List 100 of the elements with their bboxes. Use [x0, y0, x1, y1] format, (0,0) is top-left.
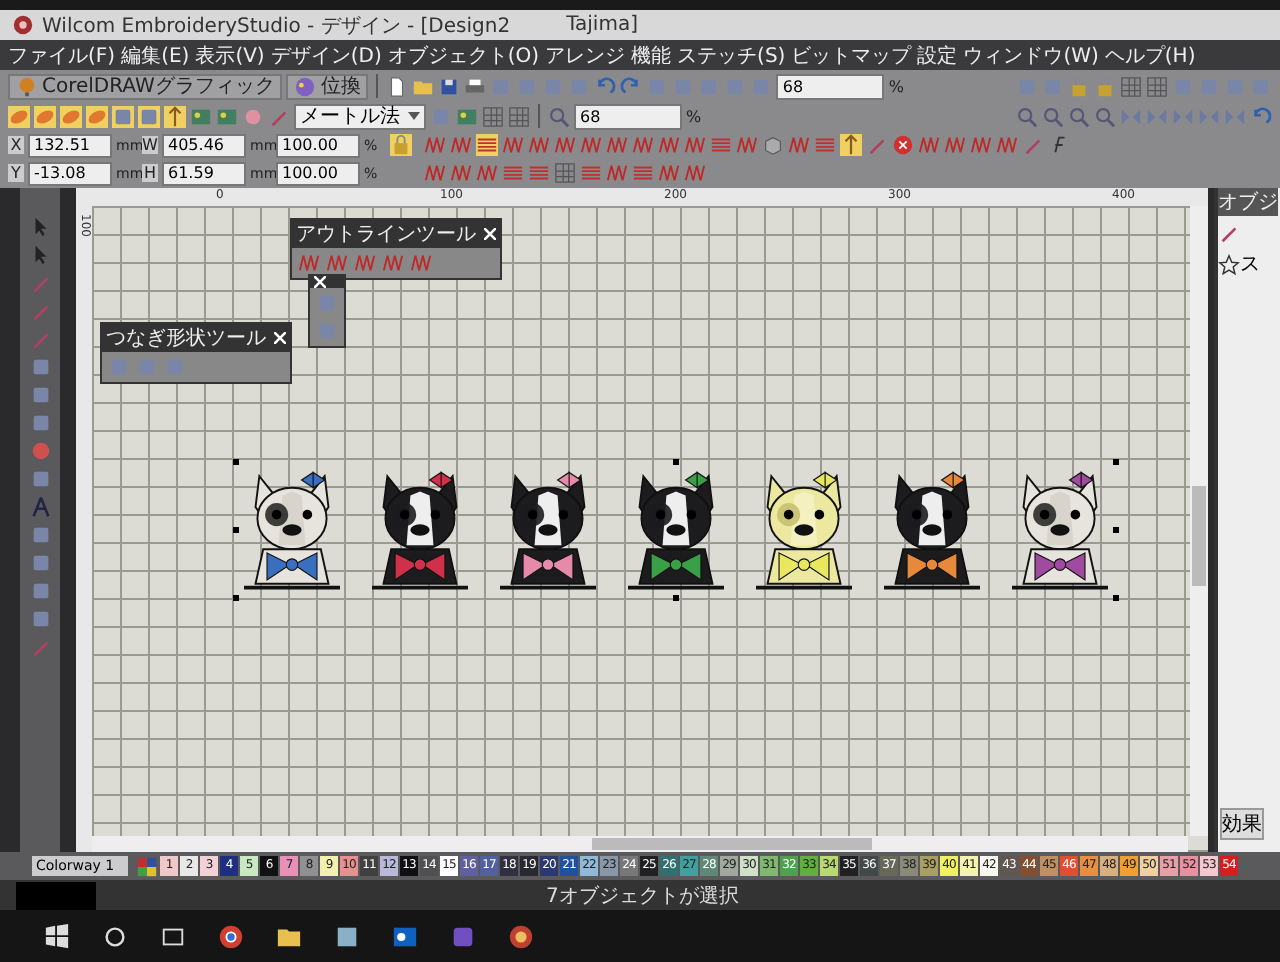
scale-field[interactable]: 100.00	[276, 161, 360, 185]
effects-button[interactable]: 効果	[1220, 808, 1264, 840]
save-icon[interactable]	[438, 75, 461, 97]
selection-handle[interactable]	[673, 595, 679, 601]
coreldraw-graphics-button[interactable]: CorelDRAWグラフィック	[8, 73, 283, 99]
satin-icon[interactable]	[580, 162, 602, 184]
menu-item[interactable]: 設定	[917, 41, 958, 69]
menu-item[interactable]: 表示(V)	[195, 41, 265, 69]
close-icon[interactable]	[314, 276, 326, 288]
dimension-field[interactable]: 132.51	[28, 133, 112, 157]
menu-item[interactable]: ステッチ(S)	[677, 41, 786, 69]
mirror-icon[interactable]	[1146, 105, 1168, 127]
undo-icon[interactable]	[1250, 105, 1272, 127]
zigzag-icon[interactable]	[450, 162, 472, 184]
zigzag-icon[interactable]	[424, 134, 446, 156]
grid-icon[interactable]	[1120, 75, 1142, 97]
menu-item[interactable]: オブジェクト(O)	[387, 41, 540, 69]
color-icon[interactable]	[456, 105, 478, 127]
panel-item[interactable]: ス	[1240, 250, 1260, 278]
grid-icon[interactable]	[508, 105, 530, 127]
leaf-icon[interactable]	[8, 105, 30, 127]
picture-icon[interactable]	[190, 105, 212, 127]
selection-handle[interactable]	[1113, 527, 1119, 533]
menu-item[interactable]: ビットマップ	[791, 41, 912, 69]
mail-icon[interactable]	[392, 923, 418, 949]
windows-start-icon[interactable]	[44, 923, 70, 949]
document-icon[interactable]	[386, 75, 409, 97]
zoom-icon[interactable]	[1094, 105, 1116, 127]
grid-icon[interactable]	[554, 162, 576, 184]
zigzag-icon[interactable]	[410, 252, 432, 274]
tree-icon[interactable]	[840, 134, 862, 156]
picture-icon[interactable]	[216, 105, 238, 127]
selection-handle[interactable]	[673, 459, 679, 465]
lock-icon[interactable]	[390, 134, 412, 156]
satin-icon[interactable]	[528, 162, 550, 184]
convert-button[interactable]: 位換	[286, 73, 369, 99]
zigzag-icon[interactable]	[658, 134, 680, 156]
menu-item[interactable]: 編集(E)	[121, 41, 190, 69]
color-grid-icon[interactable]	[136, 855, 158, 877]
scale-field[interactable]: 100.00	[276, 133, 360, 157]
zigzag-icon[interactable]	[424, 162, 446, 184]
zoom-icon[interactable]	[1068, 105, 1090, 127]
zoom-field[interactable]: 68	[776, 73, 885, 99]
selection-handle[interactable]	[233, 459, 239, 465]
grid-icon[interactable]	[1146, 75, 1168, 97]
zigzag-icon[interactable]	[944, 134, 966, 156]
satin-icon[interactable]	[710, 134, 732, 156]
zigzag-icon[interactable]	[476, 162, 498, 184]
undo-icon[interactable]	[594, 75, 617, 97]
zigzag-icon[interactable]	[788, 134, 810, 156]
selection-handle[interactable]	[233, 595, 239, 601]
mirror-icon[interactable]	[1172, 105, 1194, 127]
zigzag-icon[interactable]	[580, 134, 602, 156]
zigzag-icon[interactable]	[606, 162, 628, 184]
zigzag-icon[interactable]	[606, 134, 628, 156]
zigzag-icon[interactable]	[382, 252, 404, 274]
zigzag-icon[interactable]	[658, 162, 680, 184]
embroidery-app-icon[interactable]	[508, 923, 534, 949]
satin-icon[interactable]	[476, 134, 498, 156]
zigzag-icon[interactable]	[502, 134, 524, 156]
mirror-icon[interactable]	[1198, 105, 1220, 127]
horizontal-scrollbar[interactable]	[92, 836, 1188, 852]
zigzag-icon[interactable]	[684, 134, 706, 156]
grid-icon[interactable]	[482, 105, 504, 127]
app-icon[interactable]	[334, 923, 360, 949]
selection-handle[interactable]	[233, 527, 239, 533]
leaf-icon[interactable]	[86, 105, 108, 127]
tree-icon[interactable]	[164, 105, 186, 127]
text-tool-icon[interactable]	[29, 496, 51, 518]
zigzag-icon[interactable]	[632, 134, 654, 156]
satin-icon[interactable]	[814, 134, 836, 156]
mirror-icon[interactable]	[1120, 105, 1142, 127]
dimension-field[interactable]: 61.59	[162, 161, 246, 185]
dimension-field[interactable]: -13.08	[28, 161, 112, 185]
zigzag-icon[interactable]	[970, 134, 992, 156]
leaf-icon[interactable]	[60, 105, 82, 127]
zigzag-icon[interactable]	[450, 134, 472, 156]
flower-icon[interactable]	[242, 105, 264, 127]
search-icon[interactable]	[102, 923, 128, 949]
menu-item[interactable]: ファイル(F)	[8, 41, 116, 69]
zigzag-icon[interactable]	[684, 162, 706, 184]
menu-item[interactable]: 機能	[631, 41, 672, 69]
menu-item[interactable]: ヘルプ(H)	[1104, 41, 1196, 69]
leaf-icon[interactable]	[34, 105, 56, 127]
cube-icon[interactable]	[762, 134, 784, 156]
zoom-icon[interactable]	[548, 105, 570, 127]
close-icon[interactable]	[484, 228, 496, 240]
mirror-icon[interactable]	[1224, 105, 1246, 127]
menu-item[interactable]: デザイン(D)	[270, 41, 382, 69]
zigzag-icon[interactable]	[736, 134, 758, 156]
menu-item[interactable]: アレンジ	[545, 41, 626, 69]
unit-dropdown[interactable]: メートル法	[294, 103, 426, 129]
zigzag-icon[interactable]	[996, 134, 1018, 156]
circle-icon[interactable]	[29, 440, 51, 462]
print-icon[interactable]	[464, 75, 487, 97]
satin-icon[interactable]	[632, 162, 654, 184]
browser-icon[interactable]	[218, 923, 244, 949]
selection-handle[interactable]	[1113, 459, 1119, 465]
menu-item[interactable]: ウィンドウ(W)	[963, 41, 1099, 69]
task-view-icon[interactable]	[160, 923, 186, 949]
